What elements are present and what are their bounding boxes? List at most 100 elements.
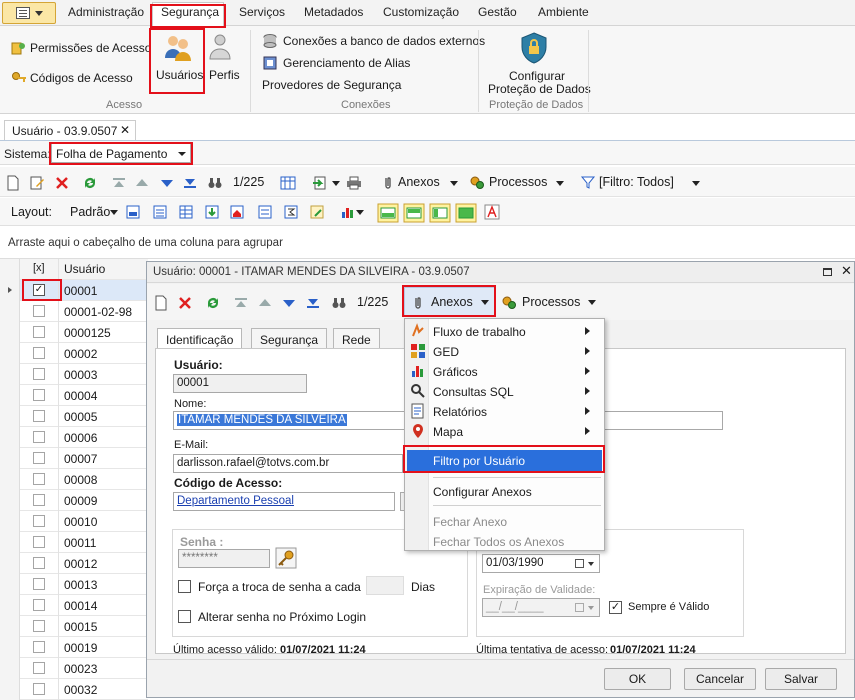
first-record-icon[interactable] (111, 175, 127, 191)
processos-button[interactable]: Processos (489, 175, 547, 189)
layout-columns-icon[interactable] (257, 204, 273, 220)
view-mode-2-icon[interactable] (403, 203, 425, 223)
menu-item-consultas-sql[interactable]: Consultas SQL (405, 381, 604, 401)
menu-item-fechar-anexo[interactable]: Fechar Anexo (405, 511, 604, 531)
configurar-protecao-line1[interactable]: Configurar (509, 69, 565, 83)
table-row[interactable]: 00014 (0, 595, 148, 616)
menu-item-fechar-todos[interactable]: Fechar Todos os Anexos (405, 531, 604, 551)
last-record-icon[interactable] (305, 295, 321, 311)
expiracao-field[interactable]: __/__/____ (482, 598, 600, 617)
menu-item-ged[interactable]: GED (405, 341, 604, 361)
row-selector[interactable] (0, 595, 20, 616)
row-checkbox[interactable] (33, 599, 45, 611)
application-menu-button[interactable] (2, 2, 56, 24)
sempre-valido-checkbox[interactable]: ✓ (609, 601, 622, 614)
data-field[interactable]: 01/03/1990 (482, 554, 600, 573)
row-selector[interactable] (0, 574, 20, 595)
row-checkbox[interactable] (33, 683, 45, 695)
tab-gestao[interactable]: Gestão (478, 5, 517, 19)
layout-home-icon[interactable] (229, 204, 245, 220)
chevron-down-icon[interactable] (692, 181, 700, 190)
next-record-icon[interactable] (281, 295, 297, 311)
tab-metadados[interactable]: Metadados (304, 5, 363, 19)
chevron-down-icon[interactable] (356, 210, 364, 219)
table-row[interactable]: 00006 (0, 427, 148, 448)
row-selector[interactable] (0, 658, 20, 679)
menu-item-mapa[interactable]: Mapa (405, 421, 604, 441)
document-tab-usuario[interactable]: Usuário - 03.9.0507 ✕ (4, 120, 136, 141)
key-password-icon[interactable] (275, 547, 297, 569)
row-selector[interactable] (0, 301, 20, 322)
senha-field[interactable]: ******** (178, 549, 270, 568)
row-selector[interactable] (0, 427, 20, 448)
anexos-button[interactable]: Anexos (398, 175, 440, 189)
previous-record-icon[interactable] (134, 175, 150, 191)
tab-identificacao[interactable]: Identificação (157, 328, 243, 350)
row-checkbox[interactable] (33, 620, 45, 632)
new-icon[interactable] (5, 175, 21, 191)
table-row[interactable]: 00009 (0, 490, 148, 511)
table-row[interactable]: 00002 (0, 343, 148, 364)
table-row[interactable]: 00007 (0, 448, 148, 469)
row-checkbox[interactable] (33, 389, 45, 401)
table-row[interactable]: 00015 (0, 616, 148, 637)
salvar-button[interactable]: Salvar (765, 668, 837, 690)
row-checkbox[interactable] (33, 641, 45, 653)
binoculars-icon[interactable] (331, 295, 347, 311)
configurar-protecao-line2[interactable]: Proteção de Dados (488, 82, 591, 96)
calendar-icon[interactable] (575, 559, 584, 568)
row-checkbox[interactable] (33, 452, 45, 464)
close-icon[interactable]: ✕ (120, 123, 130, 137)
row-selector[interactable] (0, 511, 20, 532)
filtro-button[interactable]: [Filtro: Todos] (599, 175, 674, 189)
delete-icon[interactable] (177, 295, 193, 311)
forca-troca-checkbox[interactable] (178, 580, 191, 593)
row-selector[interactable] (0, 385, 20, 406)
provedores-seguranca-button[interactable]: Provedores de Segurança (262, 78, 401, 92)
row-selector[interactable] (0, 490, 20, 511)
row-checkbox[interactable] (33, 347, 45, 359)
row-checkbox[interactable] (33, 326, 45, 338)
cancelar-button[interactable]: Cancelar (684, 668, 756, 690)
table-row[interactable]: 00010 (0, 511, 148, 532)
table-row[interactable]: 00008 (0, 469, 148, 490)
ok-button[interactable]: OK (604, 668, 671, 690)
codigos-acesso-button[interactable]: Códigos de Acesso (30, 71, 133, 85)
row-checkbox[interactable] (33, 557, 45, 569)
font-icon[interactable] (484, 204, 500, 220)
email-field[interactable]: darlisson.rafael@totvs.com.br (173, 454, 403, 473)
table-row[interactable]: 00004 (0, 385, 148, 406)
row-selector[interactable] (0, 322, 20, 343)
conexoes-banco-button[interactable]: Conexões a banco de dados externos (283, 34, 485, 48)
row-checkbox[interactable] (33, 305, 45, 317)
dialog-processos-button[interactable]: Processos (522, 295, 580, 309)
row-checkbox[interactable] (33, 473, 45, 485)
layout-note-icon[interactable] (309, 204, 325, 220)
table-row[interactable]: 00011 (0, 532, 148, 553)
table-row[interactable]: ✓ 00001 (0, 280, 148, 301)
permissoes-acesso-button[interactable]: Permissões de Acesso (30, 41, 151, 55)
layout-copy-icon[interactable] (152, 204, 168, 220)
menu-item-graficos[interactable]: Gráficos (405, 361, 604, 381)
table-row[interactable]: 00003 (0, 364, 148, 385)
view-mode-4-icon[interactable] (455, 203, 477, 223)
table-row[interactable]: 00023 (0, 658, 148, 679)
dias-field[interactable] (366, 576, 404, 595)
chevron-down-icon[interactable] (450, 181, 458, 190)
import-icon[interactable] (312, 175, 328, 191)
usuario-field[interactable]: 00001 (173, 374, 307, 393)
last-record-icon[interactable] (182, 175, 198, 191)
table-row[interactable]: 00012 (0, 553, 148, 574)
tab-customizacao[interactable]: Customização (383, 5, 459, 19)
row-selector[interactable] (0, 280, 20, 301)
table-row[interactable]: 00032 (0, 679, 148, 700)
row-selector[interactable] (0, 343, 20, 364)
previous-record-icon[interactable] (257, 295, 273, 311)
print-icon[interactable] (346, 175, 362, 191)
chevron-down-icon[interactable] (110, 210, 118, 219)
row-checkbox[interactable] (33, 536, 45, 548)
row-selector[interactable] (0, 364, 20, 385)
tab-seguranca-dialog[interactable]: Segurança (251, 328, 328, 349)
row-checkbox[interactable] (33, 662, 45, 674)
table-row[interactable]: 00013 (0, 574, 148, 595)
